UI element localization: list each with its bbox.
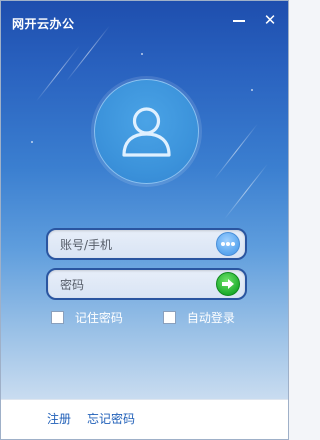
remember-password-label: 记住密码 — [74, 311, 123, 325]
decorative-star — [141, 53, 143, 55]
auto-login-label: 自动登录 — [186, 311, 235, 325]
minimize-button[interactable] — [229, 10, 249, 30]
minimize-icon — [233, 19, 245, 22]
account-more-button[interactable] — [216, 232, 240, 256]
forgot-password-link[interactable]: 忘记密码 — [87, 410, 135, 427]
arrow-right-icon — [222, 279, 234, 289]
user-icon — [122, 107, 171, 157]
register-link[interactable]: 注册 — [47, 410, 71, 427]
more-dots-icon — [231, 242, 235, 246]
remember-password-option[interactable]: 记住密码 — [51, 309, 123, 326]
close-button[interactable]: ✕ — [260, 10, 280, 30]
decorative-streak — [214, 123, 258, 180]
decorative-streak — [36, 45, 80, 102]
more-dots-icon — [221, 242, 225, 246]
avatar[interactable] — [94, 79, 199, 184]
decorative-star — [31, 141, 33, 143]
auto-login-option[interactable]: 自动登录 — [163, 309, 235, 326]
decorative-star — [251, 89, 253, 91]
decorative-streak — [224, 163, 268, 220]
login-window: 网开云办公 ✕ 账号/手机 密码 记住密码 自动登录 注册 忘记密码 — [0, 0, 289, 440]
footer: 注册 忘记密码 — [1, 399, 288, 439]
auto-login-checkbox[interactable] — [163, 311, 176, 324]
more-dots-icon — [226, 242, 230, 246]
window-title: 网开云办公 — [12, 17, 75, 31]
login-button[interactable] — [216, 272, 240, 296]
password-field[interactable]: 密码 — [46, 268, 247, 300]
password-input[interactable]: 密码 — [60, 276, 84, 293]
remember-password-checkbox[interactable] — [51, 311, 64, 324]
account-input[interactable]: 账号/手机 — [60, 236, 112, 253]
background-sky: 网开云办公 ✕ 账号/手机 密码 记住密码 自动登录 — [1, 1, 288, 399]
close-icon: ✕ — [263, 11, 277, 29]
account-field[interactable]: 账号/手机 — [46, 228, 247, 260]
